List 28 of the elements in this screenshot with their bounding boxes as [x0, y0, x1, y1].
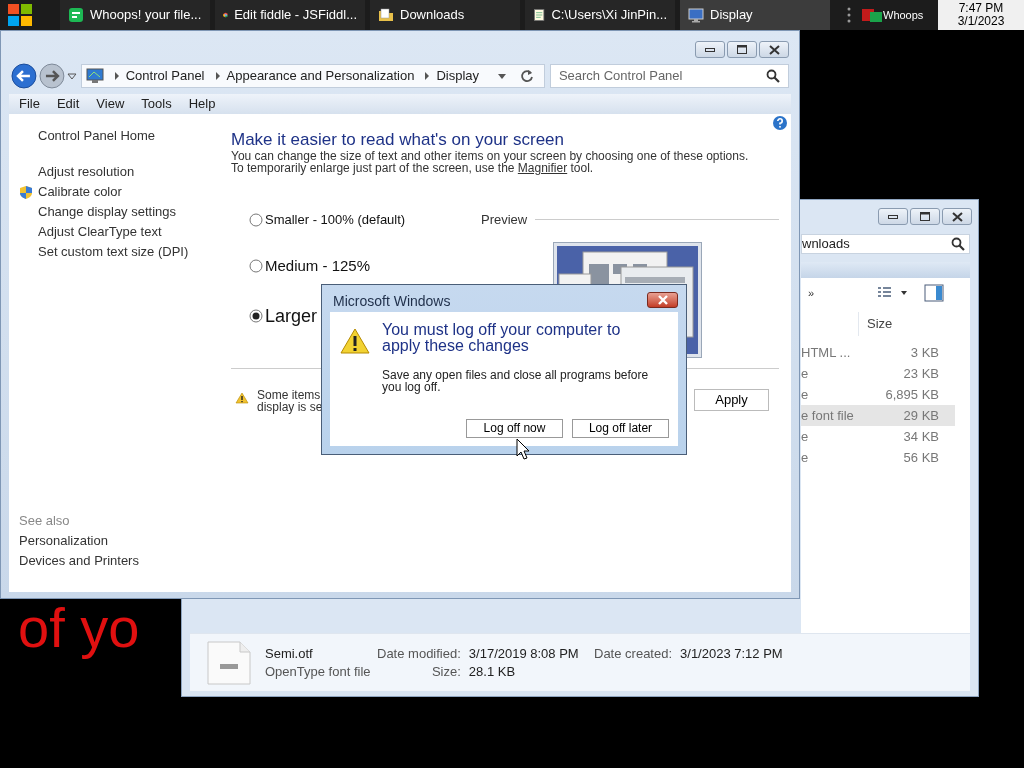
table-cell-text: e font file — [801, 406, 854, 425]
field-label: Date modified: — [377, 644, 461, 663]
table-cell-text: 23 KB — [903, 364, 939, 383]
table-cell-text: e — [801, 427, 809, 446]
dialog-message: You must log off your computer to apply these changes — [382, 322, 622, 354]
file-type: OpenType font file — [265, 662, 372, 681]
table-cell-text: 29 KB — [903, 406, 939, 425]
dialog-detail: Save any open files and close all programs before you log off. — [382, 369, 650, 393]
field-label: Size: — [430, 662, 461, 681]
preview-label: Preview — [481, 211, 528, 229]
table-cell-text: 56 KB — [903, 448, 939, 467]
section-title: See also — [19, 512, 71, 530]
table-cell-text: 34 KB — [903, 427, 939, 446]
field-value: 3/1/2023 7:12 PM — [680, 645, 783, 663]
table-cell-text: HTML ... — [801, 343, 851, 362]
page-heading: Make it easier to read what's on your screen — [231, 130, 566, 150]
field-value: 3/17/2019 8:08 PM — [468, 644, 579, 663]
dialog-title: Microsoft Windows — [332, 291, 451, 311]
warning-text: Some items — [257, 388, 322, 401]
table-cell-text: 6,895 KB — [885, 385, 939, 404]
table-cell-text: e — [801, 364, 809, 383]
table-cell-text: e — [801, 448, 809, 467]
description: You can change the size of text and other items on your screen by choosing one of these options. To temporarily enlarge just part of the screen, use the Magnifier tool. — [231, 150, 750, 174]
field-label: Date created: — [594, 645, 673, 663]
file-name: Semi.otf — [265, 644, 314, 663]
table-cell-text: e — [801, 385, 809, 404]
field-value: 28.1 KB — [468, 662, 517, 681]
table-cell-text: 3 KB — [910, 343, 939, 362]
